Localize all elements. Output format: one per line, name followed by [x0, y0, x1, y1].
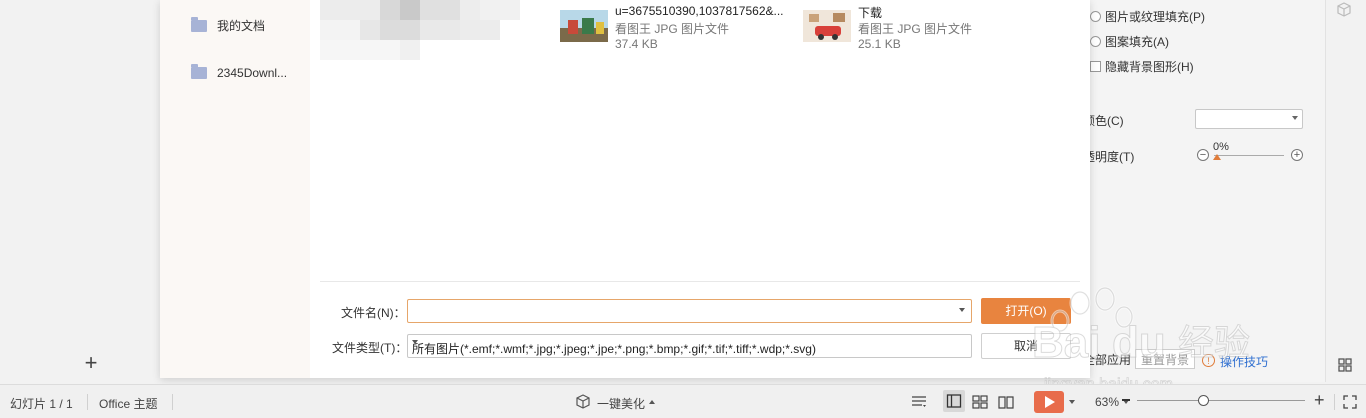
- slide-sorter-icon[interactable]: [971, 393, 989, 411]
- cube-icon[interactable]: [1336, 2, 1352, 18]
- fill-picture-option[interactable]: 图片或纹理填充(P): [1090, 7, 1205, 25]
- baidu-jingyan-watermark: Bai du 经验 jingyan.baidu.com: [1032, 286, 1251, 393]
- chevron-down-icon[interactable]: [1068, 398, 1076, 406]
- divider: [1334, 394, 1335, 410]
- svg-text:Bai: Bai: [1032, 318, 1100, 367]
- status-bar: 幻灯片 1 / 1 Office 主题 一键美化 63% +: [0, 384, 1366, 418]
- notes-icon[interactable]: [910, 393, 928, 411]
- increase-transparency-icon[interactable]: +: [1291, 149, 1303, 161]
- fill-pattern-option[interactable]: 图案填充(A): [1090, 32, 1169, 50]
- folder-icon: [191, 64, 207, 79]
- zoom-slider-thumb[interactable]: [1198, 395, 1209, 406]
- file-size: 37.4 KB: [615, 37, 658, 51]
- normal-view-icon: [946, 394, 962, 408]
- filename-label: 文件名(N)：: [341, 306, 406, 320]
- normal-view-button[interactable]: [943, 390, 965, 412]
- file-type: 看图王 JPG 图片文件: [615, 22, 730, 36]
- checkbox-icon[interactable]: [1090, 60, 1101, 72]
- filetype-select[interactable]: 所有图片(*.emf;*.wmf;*.jpg;*.jpeg;*.jpe;*.pn…: [407, 334, 972, 358]
- nav-item-label: 2345Downl...: [217, 66, 288, 80]
- dialog-nav-pane: [160, 0, 310, 378]
- slide-counter: 幻灯片 1 / 1: [10, 397, 73, 411]
- nav-item-my-documents[interactable]: 我的文档: [191, 16, 266, 34]
- image-thumbnail-icon: [560, 10, 608, 42]
- file-name: u=3675510390,1037817562&...: [615, 4, 784, 18]
- transparency-value: 0%: [1213, 141, 1229, 153]
- side-toolbar: [1325, 0, 1366, 382]
- transparency-slider-thumb[interactable]: [1213, 154, 1221, 160]
- slide-thumbnail-panel: [0, 0, 160, 382]
- filename-input[interactable]: [412, 301, 956, 323]
- filetype-label: 文件类型(T)：: [332, 341, 408, 355]
- chevron-down-icon[interactable]: [412, 340, 418, 344]
- file-item[interactable]: u=3675510390,1037817562&... 看图王 JPG 图片文件…: [560, 0, 800, 51]
- transparency-slider-track[interactable]: [1214, 155, 1284, 156]
- play-slideshow-button[interactable]: [1034, 391, 1064, 413]
- radio-icon[interactable]: [1090, 10, 1101, 22]
- svg-text:du: du: [1112, 318, 1166, 367]
- file-size: 25.1 KB: [858, 37, 901, 51]
- hide-background-option[interactable]: 隐藏背景图形(H): [1090, 57, 1194, 75]
- grid-icon[interactable]: [1338, 358, 1352, 372]
- color-dropdown[interactable]: [1195, 109, 1303, 129]
- chevron-up-icon[interactable]: [648, 398, 656, 406]
- nav-item-label: 我的文档: [217, 19, 266, 33]
- filename-combobox[interactable]: [407, 299, 972, 323]
- beautify-button[interactable]: 一键美化: [597, 395, 645, 412]
- fill-pattern-label: 图案填充(A): [1105, 34, 1169, 49]
- zoom-in-icon[interactable]: +: [1314, 390, 1325, 411]
- chevron-down-icon: [1292, 116, 1298, 120]
- dialog-divider: [320, 281, 1080, 282]
- blurred-file-thumbnail[interactable]: [320, 0, 520, 60]
- chevron-down-icon[interactable]: [959, 308, 965, 312]
- theme-name[interactable]: Office 主题: [99, 395, 157, 412]
- radio-icon[interactable]: [1090, 35, 1101, 47]
- decrease-transparency-icon[interactable]: −: [1197, 149, 1209, 161]
- color-label: 颜色(C): [1083, 114, 1124, 128]
- divider: [87, 394, 88, 410]
- fill-picture-label: 图片或纹理填充(P): [1105, 9, 1205, 24]
- transparency-label: 透明度(T): [1083, 150, 1135, 164]
- add-slide-icon[interactable]: +: [80, 352, 102, 374]
- beautify-icon[interactable]: [574, 393, 592, 411]
- image-thumbnail-icon: [803, 10, 851, 42]
- nav-item-downloads[interactable]: 2345Downl...: [191, 64, 288, 80]
- divider: [172, 394, 173, 410]
- file-name: 下载: [858, 6, 883, 20]
- filetype-value: 所有图片(*.emf;*.wmf;*.jpg;*.jpeg;*.jpe;*.pn…: [412, 342, 816, 356]
- file-type: 看图王 JPG 图片文件: [858, 22, 973, 36]
- file-item[interactable]: 下载 看图王 JPG 图片文件 25.1 KB: [803, 0, 1023, 51]
- folder-icon: [191, 16, 207, 32]
- svg-text:经验: 经验: [1178, 323, 1250, 364]
- fit-window-icon[interactable]: [1341, 393, 1359, 411]
- hide-background-label: 隐藏背景图形(H): [1105, 59, 1194, 74]
- zoom-slider-track[interactable]: [1137, 400, 1305, 401]
- zoom-out-icon[interactable]: [1122, 399, 1130, 401]
- reading-view-icon[interactable]: [997, 393, 1015, 411]
- zoom-level[interactable]: 63%: [1095, 395, 1119, 409]
